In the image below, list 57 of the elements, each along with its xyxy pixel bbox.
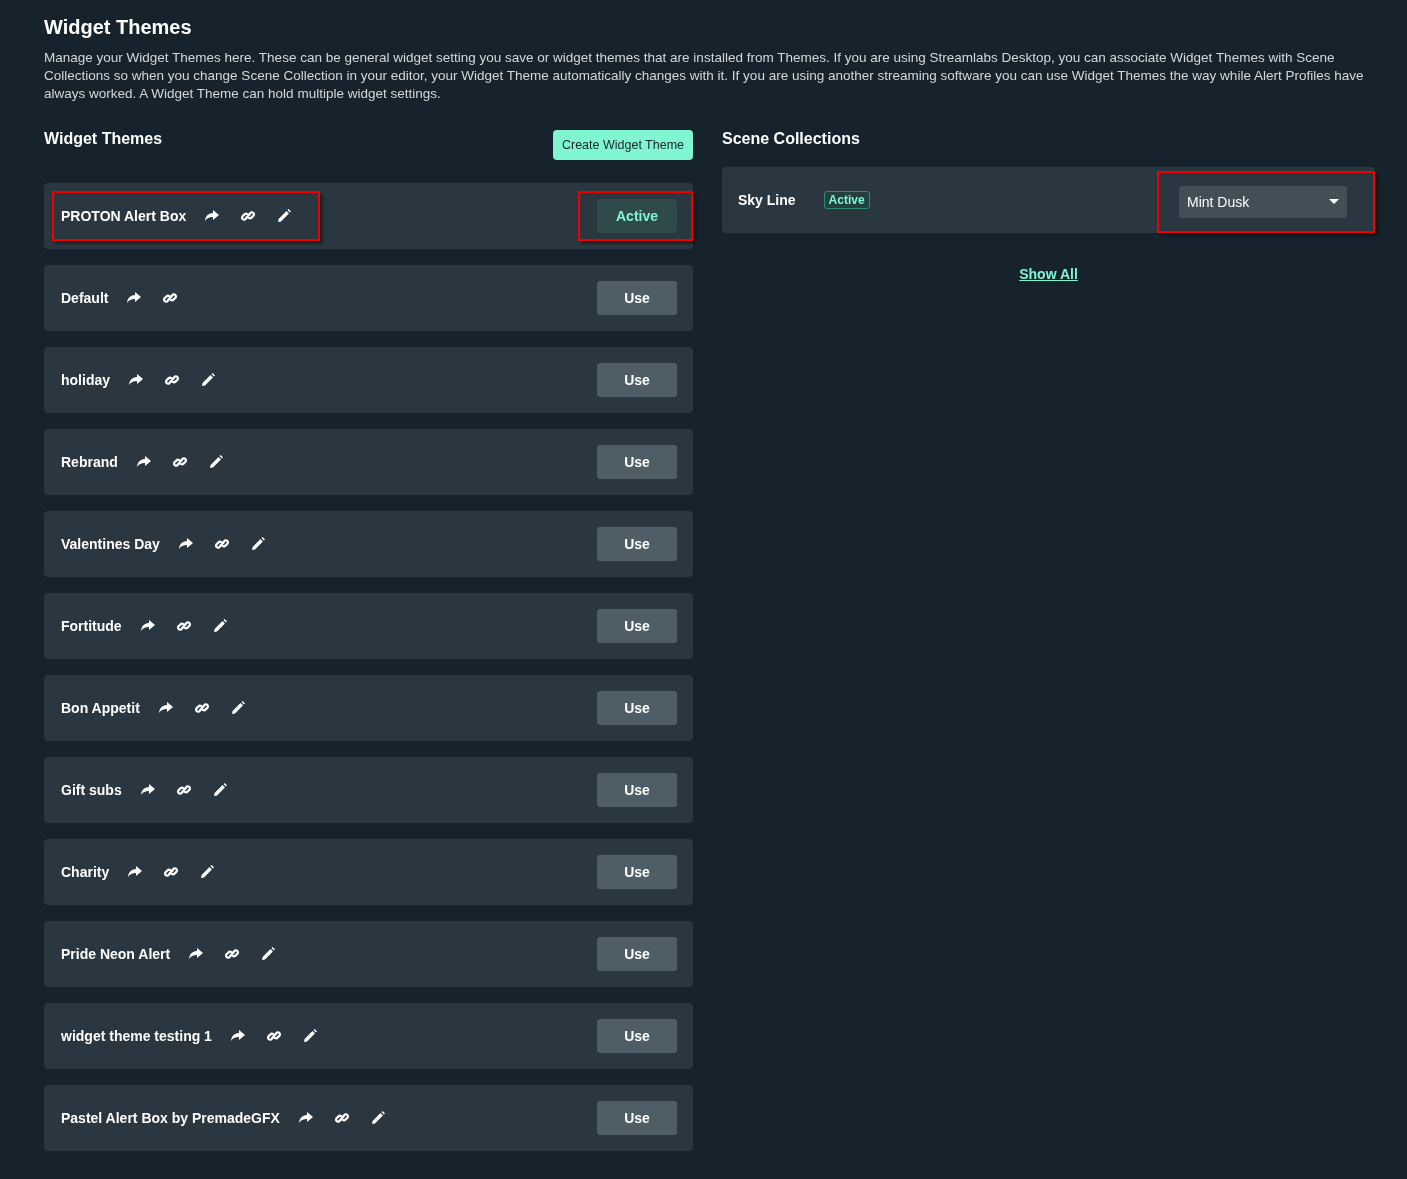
theme-name: Charity: [61, 864, 110, 880]
theme-name: PROTON Alert Box: [61, 208, 187, 224]
theme-name: Pride Neon Alert: [61, 946, 171, 962]
use-button[interactable]: Use: [597, 363, 677, 397]
pencil-icon[interactable]: [211, 782, 228, 798]
pencil-icon[interactable]: [301, 1028, 318, 1044]
link-icon[interactable]: [175, 618, 192, 634]
section-heading: Scene Collections: [722, 130, 860, 148]
page-description: Manage your Widget Themes here. These can be general widget setting you save or widget themes that are installed from Themes. If you are using Streamlabs Desktop, you can associate Widget Themes with Scene Collections so when you change Scene Collection in your editor, your Widget Theme automatically changes with it. If you are using another streaming software you can use Widget Themes the way while Alert Profiles have always worked. A Widget Theme can hold multiple widget settings.: [44, 49, 1365, 103]
link-icon[interactable]: [175, 782, 192, 798]
pencil-icon[interactable]: [207, 454, 224, 470]
active-button[interactable]: Active: [597, 199, 677, 233]
use-button[interactable]: Use: [597, 609, 677, 643]
page-title: Widget Themes: [44, 16, 193, 39]
caret-icon: [1329, 199, 1339, 205]
active-badge: Active: [823, 191, 870, 209]
use-button[interactable]: Use: [597, 1101, 677, 1135]
theme-name: Default: [61, 290, 109, 306]
theme-name: holiday: [61, 372, 110, 388]
pencil-icon[interactable]: [276, 208, 293, 224]
use-button[interactable]: Use: [597, 527, 677, 561]
link-icon[interactable]: [163, 864, 180, 880]
theme-name: Valentines Day: [61, 536, 160, 552]
link-icon[interactable]: [265, 1028, 282, 1044]
use-button[interactable]: Use: [597, 937, 677, 971]
create-widget-theme-button[interactable]: Create Widget Theme: [552, 130, 693, 160]
pencil-icon[interactable]: [200, 372, 216, 388]
use-button[interactable]: Use: [597, 855, 677, 889]
use-button[interactable]: Use: [597, 281, 677, 315]
theme-name: Bon Appetit: [61, 700, 140, 716]
pencil-icon[interactable]: [249, 536, 266, 552]
pencil-icon[interactable]: [211, 618, 228, 634]
link-icon[interactable]: [164, 372, 180, 388]
link-icon[interactable]: [224, 946, 241, 962]
scene-collection-name: Sky Line: [738, 192, 796, 208]
theme-name: widget theme testing 1: [61, 1028, 212, 1044]
link-icon[interactable]: [213, 536, 230, 552]
use-button[interactable]: Use: [597, 445, 677, 479]
pencil-icon[interactable]: [229, 700, 246, 716]
theme-name: Fortitude: [61, 618, 122, 634]
section-heading: Widget Themes: [44, 130, 163, 148]
link-icon[interactable]: [240, 208, 257, 224]
theme-dropdown[interactable]: Mint Dusk: [1179, 186, 1347, 218]
link-icon[interactable]: [193, 700, 210, 716]
link-icon[interactable]: [333, 1110, 350, 1126]
theme-name: Rebrand: [61, 454, 118, 470]
link-icon[interactable]: [171, 454, 188, 470]
use-button[interactable]: Use: [597, 691, 677, 725]
theme-name: Gift subs: [61, 782, 122, 798]
use-button[interactable]: Use: [597, 773, 677, 807]
link-icon[interactable]: [162, 290, 179, 306]
theme-name: Pastel Alert Box by PremadeGFX: [61, 1110, 280, 1126]
pencil-icon[interactable]: [260, 946, 277, 962]
pencil-icon[interactable]: [199, 864, 216, 880]
use-button[interactable]: Use: [597, 1019, 677, 1053]
pencil-icon[interactable]: [369, 1110, 386, 1126]
show-all-link[interactable]: Show All: [1019, 266, 1078, 282]
